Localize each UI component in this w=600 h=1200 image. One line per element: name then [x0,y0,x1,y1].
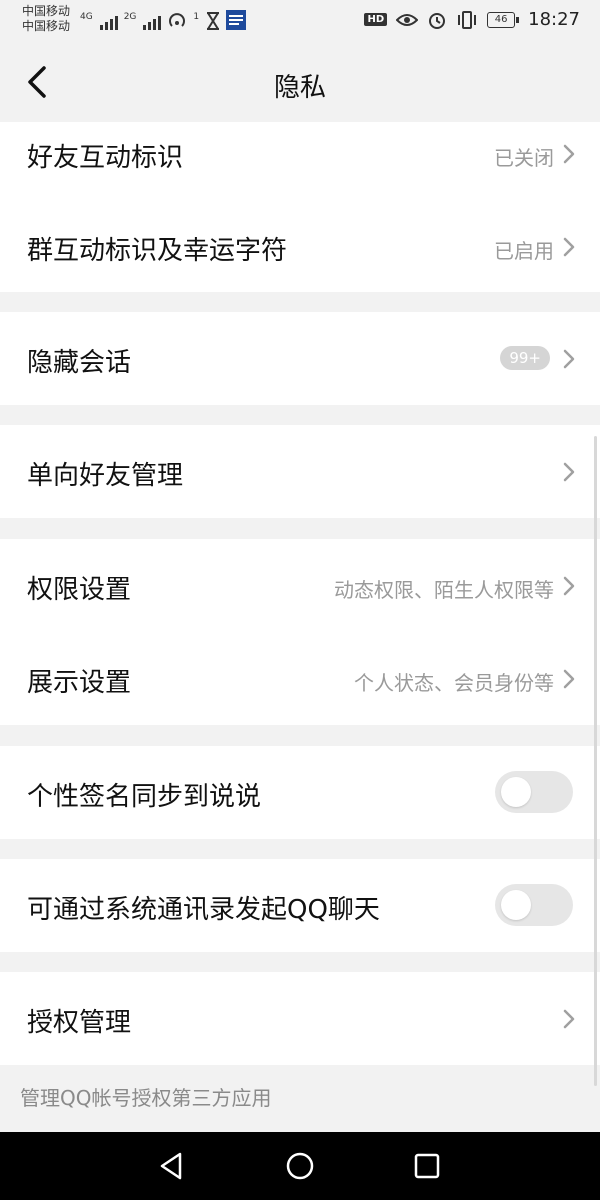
status-bar: 中国移动 中国移动 4G 2G 1 HD 46 18:27 [0,0,600,44]
row-value: 动态权限、陌生人权限等 [334,578,554,602]
status-right: HD 46 18:27 [364,9,580,30]
chevron-right-icon [563,237,575,257]
row-friend-interaction-mark[interactable]: 好友互动标识 已关闭 [0,122,600,185]
app-notification-icon [226,10,247,30]
row-group-interaction-mark[interactable]: 群互动标识及幸运字符 已启用 [0,200,600,292]
row-label: 可通过系统通讯录发起QQ聊天 [27,895,380,925]
row-label: 隐藏会话 [27,348,132,378]
row-permission-settings[interactable]: 权限设置 动态权限、陌生人权限等 [0,539,600,632]
alarm-icon [429,12,446,29]
row-value: 已启用 [494,239,554,263]
carrier-2: 中国移动 [22,19,71,33]
chevron-right-icon [563,669,575,689]
scrollbar[interactable] [594,436,597,1086]
section-settings: 权限设置 动态权限、陌生人权限等 展示设置 个人状态、会员身份等 [0,539,600,725]
signal-icon [99,14,118,30]
hourglass-icon [207,12,220,30]
chevron-right-icon [563,349,575,369]
row-label: 权限设置 [27,575,132,605]
circle-home-icon[interactable] [284,1150,316,1182]
hd-icon: HD [364,13,388,26]
battery-icon: 46 [487,11,520,28]
toggle-knob [501,890,531,920]
row-label: 展示设置 [27,668,132,698]
sync-signature-toggle[interactable] [495,771,573,813]
toggle-knob [501,777,531,807]
row-value: 个人状态、会员身份等 [354,671,554,695]
chevron-right-icon [563,144,575,164]
row-authorization-management[interactable]: 授权管理 [0,972,600,1065]
chevron-right-icon [563,576,575,596]
carrier-info: 中国移动 中国移动 [22,4,70,34]
row-label: 好友互动标识 [27,143,184,173]
nav-bar: 隐私 [0,44,600,122]
page-title: 隐私 [273,73,326,103]
hotspot-count: 1 [193,12,200,22]
square-recent-icon[interactable] [411,1150,443,1182]
row-value: 已关闭 [494,146,554,170]
row-label: 单向好友管理 [27,461,184,491]
row-label: 个性签名同步到说说 [27,782,262,812]
unread-badge: 99+ [500,346,550,370]
eye-icon [396,13,419,26]
triangle-back-icon[interactable] [156,1150,188,1182]
footer-note: 管理QQ帐号授权第三方应用 [20,1086,272,1110]
row-display-settings[interactable]: 展示设置 个人状态、会员身份等 [0,632,600,725]
clock: 18:27 [528,9,580,30]
system-nav-bar [0,1132,600,1200]
signal-icon [143,14,162,30]
row-label: 群互动标识及幸运字符 [27,236,288,266]
network-type-1: 4G [80,12,93,22]
row-label: 授权管理 [27,1008,132,1038]
chevron-right-icon [563,462,575,482]
contacts-chat-toggle[interactable] [495,884,573,926]
network-type-2: 2G [123,12,137,22]
vibrate-icon [458,10,477,29]
chevron-right-icon [563,1009,575,1029]
signal-area: 4G 2G 1 [80,10,247,30]
row-sync-signature: 个性签名同步到说说 [0,746,600,839]
row-contacts-qq-chat: 可通过系统通讯录发起QQ聊天 [0,859,600,952]
row-hidden-chats[interactable]: 隐藏会话 99+ [0,312,600,405]
hotspot-icon [169,13,186,27]
carrier-1: 中国移动 [22,4,71,18]
row-one-way-friends[interactable]: 单向好友管理 [0,425,600,518]
section-interaction: 好友互动标识 已关闭 群互动标识及幸运字符 已启用 [0,122,600,292]
